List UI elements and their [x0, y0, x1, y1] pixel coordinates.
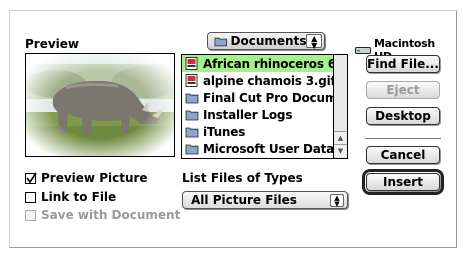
save-with-document-checkbox[interactable]: Save with Document: [25, 208, 180, 222]
hard-disk-icon: [355, 46, 371, 54]
checkbox-disabled-icon: [25, 209, 36, 221]
link-to-file-checkbox[interactable]: Link to File: [25, 190, 116, 204]
file-list-item[interactable]: African rhinoceros 6.gif: [182, 55, 347, 72]
file-list-item[interactable]: Microsoft User Data: [182, 140, 334, 157]
save-with-document-label: Save with Document: [41, 208, 181, 222]
file-list-item[interactable]: alpine chamois 3.gif: [182, 72, 336, 89]
button-divider: [365, 138, 441, 140]
scroll-down-arrow-icon[interactable]: ▼: [334, 144, 347, 157]
find-file-button[interactable]: Find File...: [366, 55, 440, 73]
folder-icon: [214, 37, 227, 46]
file-name: alpine chamois 3.gif: [203, 73, 336, 88]
preview-picture-checkbox[interactable]: Preview Picture: [25, 171, 148, 185]
file-list-item[interactable]: Final Cut Pro Documents: [182, 89, 347, 106]
location-popup[interactable]: Documents ▲ ▼: [207, 32, 325, 50]
desktop-button[interactable]: Desktop: [366, 107, 440, 125]
file-name: Microsoft User Data: [203, 141, 335, 156]
file-list[interactable]: African rhinoceros 6.gif alpine chamois 3…: [181, 54, 348, 159]
gif-file-icon: [185, 74, 198, 87]
folder-icon: [185, 144, 199, 155]
file-types-label: List Files of Types: [182, 171, 303, 185]
file-list-item[interactable]: iTunes: [182, 123, 334, 140]
location-popup-label: Documents: [230, 34, 307, 48]
insert-picture-dialog: Preview Documents ▲ ▼ African rhinoceros…: [9, 10, 457, 248]
gif-file-icon: [185, 57, 198, 70]
file-name: African rhinoceros 6.gif: [203, 56, 348, 71]
insert-button[interactable]: Insert: [362, 169, 444, 195]
file-list-scrollbar[interactable]: ▲ ▼: [333, 55, 347, 158]
file-list-rows: African rhinoceros 6.gif alpine chamois 3…: [182, 55, 347, 158]
preview-label: Preview: [25, 37, 80, 51]
checkbox-checked-icon: [25, 172, 37, 184]
scroll-up-arrow-icon[interactable]: ▲: [334, 131, 347, 144]
file-list-item[interactable]: Installer Logs: [182, 106, 334, 123]
preview-picture-label: Preview Picture: [41, 171, 148, 185]
file-name: iTunes: [203, 124, 246, 139]
link-to-file-label: Link to File: [41, 190, 117, 204]
preview-image: [25, 53, 175, 157]
folder-icon: [185, 127, 199, 138]
file-types-popup[interactable]: All Picture Files ▲ ▼: [182, 191, 348, 209]
popup-arrows-icon: ▲ ▼: [330, 193, 344, 207]
rhinoceros-picture: [26, 54, 174, 156]
cancel-button[interactable]: Cancel: [366, 146, 440, 164]
folder-icon: [185, 93, 199, 104]
eject-button[interactable]: Eject: [366, 81, 440, 99]
checkbox-icon: [25, 191, 36, 203]
folder-icon: [185, 110, 199, 121]
file-name: Final Cut Pro Documents: [203, 90, 347, 105]
popup-arrows-icon: ▲ ▼: [306, 34, 322, 50]
file-name: Installer Logs: [203, 107, 293, 122]
file-types-value: All Picture Files: [191, 193, 297, 207]
